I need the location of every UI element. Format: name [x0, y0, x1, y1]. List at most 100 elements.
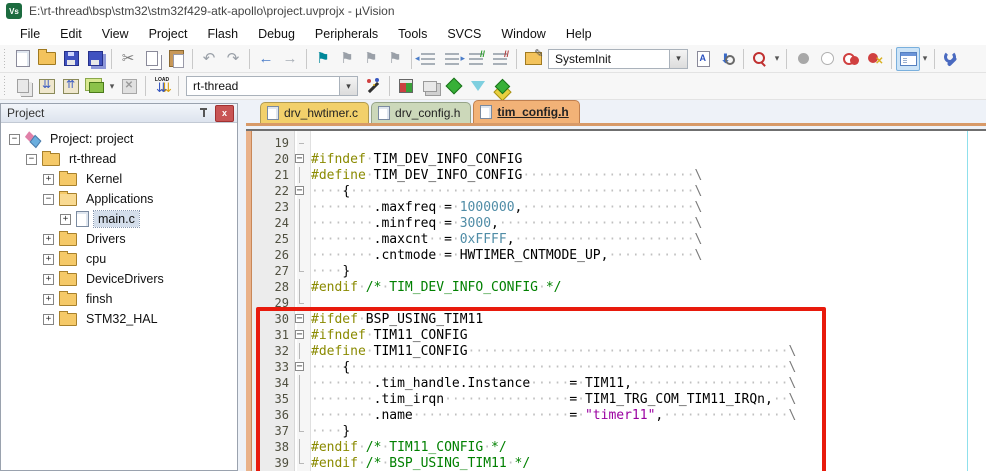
manage-items-button[interactable] — [442, 74, 466, 98]
pin-icon[interactable] — [197, 106, 211, 120]
tree-item-rt-thread[interactable]: −rt-thread — [1, 149, 237, 169]
code-line-23[interactable]: 23········.maxfreq·=·1000000,···········… — [246, 199, 986, 215]
code-editor[interactable]: 1920#ifndef·TIM_DEV_INFO_CONFIG21#define… — [246, 129, 986, 471]
save-button[interactable] — [59, 47, 83, 71]
code-line-21[interactable]: 21#define·TIM_DEV_INFO_CONFIG···········… — [246, 167, 986, 183]
bookmark-next-button[interactable]: ⚑ — [359, 47, 383, 71]
menu-debug[interactable]: Debug — [248, 24, 305, 44]
tree-item-drivers[interactable]: +Drivers — [1, 229, 237, 249]
tab-tim-config-h[interactable]: tim_config.h — [473, 100, 579, 123]
dropdown-caret[interactable]: ▾ — [920, 53, 930, 64]
configuration-button[interactable] — [939, 47, 963, 71]
dropdown-caret[interactable]: ▾ — [107, 81, 117, 92]
plus-expander-icon[interactable]: + — [43, 274, 54, 285]
code-line-28[interactable]: 28#endif·/*·TIM_DEV_INFO_CONFIG·*/ — [246, 279, 986, 295]
code-line-27[interactable]: 27····} — [246, 263, 986, 279]
plus-expander-icon[interactable]: + — [60, 214, 71, 225]
new-file-button[interactable] — [11, 47, 35, 71]
target-select-combo[interactable]: rt-thread▾ — [186, 76, 358, 96]
tree-item-cpu[interactable]: +cpu — [1, 249, 237, 269]
function-select-combo[interactable]: SystemInit▾ — [548, 49, 688, 69]
navigate-forward-button[interactable]: → — [278, 47, 302, 71]
bookmark-prev-button[interactable]: ⚑ — [335, 47, 359, 71]
find-in-files-button[interactable] — [691, 47, 715, 71]
tree-item-applications[interactable]: −Applications — [1, 189, 237, 209]
toolbar-gripper[interactable] — [2, 49, 7, 69]
batch-build-button[interactable] — [83, 74, 107, 98]
fold-collapse-icon[interactable] — [294, 151, 307, 167]
tab-drv-config-h[interactable]: drv_config.h — [371, 102, 471, 123]
menu-svcs[interactable]: SVCS — [437, 24, 491, 44]
redo-button[interactable]: ↷ — [221, 47, 245, 71]
plus-expander-icon[interactable]: + — [43, 294, 54, 305]
minus-expander-icon[interactable]: − — [43, 194, 54, 205]
uncomment-button[interactable] — [488, 47, 512, 71]
paste-button[interactable] — [164, 47, 188, 71]
combo-dropdown-button[interactable]: ▾ — [669, 50, 687, 68]
kill-all-breakpoints-button[interactable] — [863, 47, 887, 71]
rebuild-button[interactable] — [59, 74, 83, 98]
build-button[interactable] — [35, 74, 59, 98]
multi-project-button[interactable] — [418, 74, 442, 98]
plus-expander-icon[interactable]: + — [43, 314, 54, 325]
target-options-button[interactable] — [361, 74, 385, 98]
books-button[interactable] — [490, 74, 514, 98]
menu-help[interactable]: Help — [556, 24, 602, 44]
edit-session-button[interactable] — [521, 47, 545, 71]
tree-item-finsh[interactable]: +finsh — [1, 289, 237, 309]
plus-expander-icon[interactable]: + — [43, 234, 54, 245]
save-all-button[interactable] — [83, 47, 107, 71]
open-file-button[interactable] — [35, 47, 59, 71]
dropdown-caret[interactable]: ▾ — [772, 53, 782, 64]
tab-drv-hwtimer-c[interactable]: drv_hwtimer.c — [260, 102, 369, 123]
plus-expander-icon[interactable]: + — [43, 254, 54, 265]
file-extensions-button[interactable] — [466, 74, 490, 98]
disable-all-breakpoints-button[interactable] — [839, 47, 863, 71]
bookmark-toggle-button[interactable]: ⚑ — [311, 47, 335, 71]
close-panel-button[interactable]: x — [215, 105, 234, 122]
download-button[interactable] — [150, 74, 174, 98]
plus-expander-icon[interactable]: + — [43, 174, 54, 185]
menu-peripherals[interactable]: Peripherals — [305, 24, 388, 44]
undo-button[interactable]: ↶ — [197, 47, 221, 71]
tree-item-main-c[interactable]: +main.c — [1, 209, 237, 229]
toolbar-gripper[interactable] — [2, 76, 7, 96]
menu-edit[interactable]: Edit — [50, 24, 92, 44]
code-line-26[interactable]: 26········.cntmode·=·HWTIMER_CNTMODE_UP,… — [246, 247, 986, 263]
copy-button[interactable] — [140, 47, 164, 71]
debug-windows-button[interactable] — [896, 47, 920, 71]
indent-button[interactable] — [440, 47, 464, 71]
code-line-24[interactable]: 24········.minfreq·=·3000,··············… — [246, 215, 986, 231]
tree-item-stm32-hal[interactable]: +STM32_HAL — [1, 309, 237, 329]
quick-find-button[interactable] — [748, 47, 772, 71]
code-line-20[interactable]: 20#ifndef·TIM_DEV_INFO_CONFIG — [246, 151, 986, 167]
menu-window[interactable]: Window — [491, 24, 555, 44]
open-file-icon — [38, 52, 56, 65]
tree-item-kernel[interactable]: +Kernel — [1, 169, 237, 189]
enable-disable-breakpoint-button[interactable] — [815, 47, 839, 71]
insert-breakpoint-button[interactable] — [791, 47, 815, 71]
code-line-22[interactable]: 22····{·································… — [246, 183, 986, 199]
comment-button[interactable] — [464, 47, 488, 71]
minus-expander-icon[interactable]: − — [9, 134, 20, 145]
menu-view[interactable]: View — [92, 24, 139, 44]
navigate-back-button[interactable]: ← — [254, 47, 278, 71]
code-line-25[interactable]: 25········.maxcnt··=·0xFFFF,············… — [246, 231, 986, 247]
fold-collapse-icon[interactable] — [294, 183, 307, 199]
translate-button[interactable] — [11, 74, 35, 98]
incremental-find-button[interactable] — [715, 47, 739, 71]
tree-item-devicedrivers[interactable]: +DeviceDrivers — [1, 269, 237, 289]
bookmark-clear-button[interactable]: ⚑ — [383, 47, 407, 71]
menu-flash[interactable]: Flash — [197, 24, 248, 44]
minus-expander-icon[interactable]: − — [26, 154, 37, 165]
stop-build-button[interactable]: ✕ — [117, 74, 141, 98]
unindent-button[interactable] — [416, 47, 440, 71]
menu-file[interactable]: File — [10, 24, 50, 44]
combo-dropdown-button[interactable]: ▾ — [339, 77, 357, 95]
menu-tools[interactable]: Tools — [388, 24, 437, 44]
cut-button[interactable]: ✂ — [116, 47, 140, 71]
tree-item-project-project[interactable]: −Project: project — [1, 129, 237, 149]
code-line-19[interactable]: 19 — [246, 135, 986, 151]
menu-project[interactable]: Project — [139, 24, 198, 44]
manage-rte-button[interactable] — [394, 74, 418, 98]
